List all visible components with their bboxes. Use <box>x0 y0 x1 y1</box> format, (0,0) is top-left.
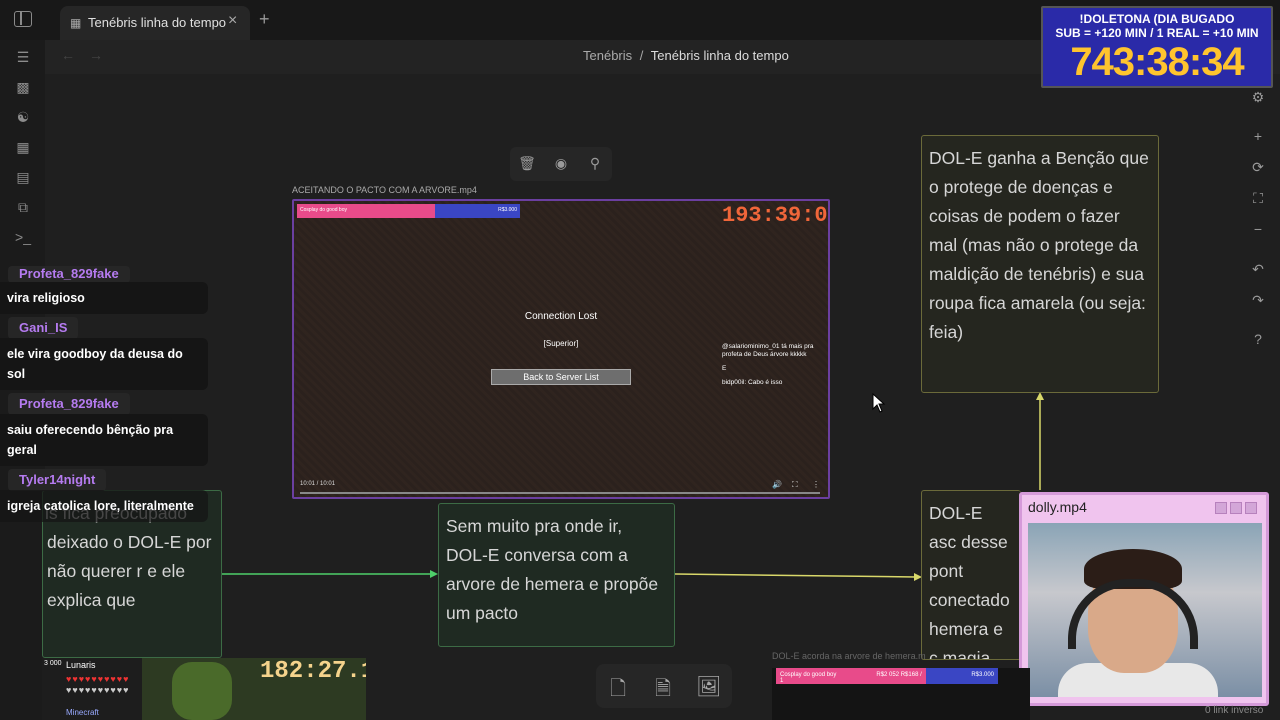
chat-username: Profeta_829fake <box>8 393 130 415</box>
chat-message: ele vira goodboy da deusa do sol <box>0 338 208 390</box>
card-bencao[interactable]: DOL-E ganha a Benção que o protege de do… <box>921 135 1159 393</box>
stream-timer-value: 743:38:34 <box>1070 40 1244 84</box>
chat-username: Profeta_829fake <box>8 266 130 283</box>
trash-icon[interactable]: 🗑 <box>518 155 536 173</box>
card-right-partial[interactable]: DOL-E asc desse pont conectado hemera e … <box>921 490 1021 660</box>
video-filename: ACEITANDO O PACTO COM A ARVORE.mp4 <box>292 185 477 195</box>
card-pacto-text: Sem muito pra onde ir, DOL-E conversa co… <box>446 516 659 623</box>
card-pacto[interactable]: Sem muito pra onde ir, DOL-E conversa co… <box>438 503 675 647</box>
stream-timer-rules: SUB = +120 MIN / 1 REAL = +10 MIN <box>1055 26 1259 40</box>
video-chat-line: bidp00il: Cabo é isso <box>722 379 783 386</box>
add-note-icon[interactable]: 🗎 <box>651 674 675 700</box>
chat-message: vira religioso <box>0 282 208 314</box>
webcam-window: dolly.mp4 <box>1019 492 1269 706</box>
video-overlay-timer: 193:39:06 <box>722 203 830 228</box>
app-window: ▦ Tenébris linha do tempo × + ☰ ▩ ☯ ▦ ▤ … <box>0 0 1280 720</box>
edge-arrowhead <box>430 570 438 578</box>
video-chat: @salariominimo_01 tá mais pra profeta de… <box>722 343 826 387</box>
palette-icon[interactable]: ◉ <box>552 155 570 173</box>
edge-pacto-to-right <box>674 573 917 578</box>
volume-icon[interactable]: 🔊 <box>772 480 782 489</box>
clip1-player-name: Lunaris <box>66 660 96 670</box>
video-goal-bar: Cosplay do good boy <box>297 204 435 218</box>
clip1-bits: 3 000 <box>44 660 62 667</box>
webcam-title: dolly.mp4 <box>1028 499 1087 515</box>
game-clip-right: Cosplay do good boy R$2 052 R$168 / 1 R$3… <box>772 668 1030 720</box>
game-clip-left: 3 000 Lunaris ♥♥♥♥♥♥♥♥♥♥ ♥♥♥♥♥♥♥♥♥♥ Mine… <box>42 658 366 720</box>
video-progress-bar[interactable] <box>300 492 820 494</box>
zoom-out-icon[interactable]: − <box>1249 220 1267 238</box>
video-chat-line: @salariominimo_01 tá mais pra profeta de… <box>722 343 814 358</box>
card-right-text: DOL-E asc desse pont conectado hemera e … <box>929 503 1010 660</box>
fit-icon[interactable]: ⛶ <box>1249 189 1267 207</box>
help-icon[interactable]: ? <box>1249 330 1267 348</box>
webcam-feed <box>1028 523 1262 697</box>
reset-icon[interactable]: ⟳ <box>1249 158 1267 176</box>
headset-icon <box>1068 579 1198 649</box>
game-foliage <box>172 662 232 720</box>
canvas-add-toolbar: 🗋 🗎 🖼 <box>596 664 732 708</box>
chat-message: saiu oferecendo bênção pra geral <box>0 414 208 466</box>
maximize-icon <box>1230 502 1242 514</box>
node-toolbar: 🗑 ◉ ⚲ <box>510 147 612 181</box>
connection-lost-text: Connection Lost <box>524 311 598 322</box>
clip1-subtitle: Minecraft <box>66 708 99 717</box>
edge-arrowhead <box>1036 392 1044 400</box>
clip2-filename: DOL-E acorda na arvore de hemera.m <box>772 651 926 661</box>
video-time: 10:01 / 10:01 <box>300 481 336 487</box>
zoom-to-selection-icon[interactable]: ⚲ <box>586 155 604 173</box>
back-to-server-list-button: Back to Server List <box>491 369 631 385</box>
fullscreen-icon[interactable]: ⛶ <box>792 480 798 490</box>
video-chat-line: E <box>722 365 727 372</box>
chat-username: Gani_IS <box>8 317 79 339</box>
add-media-icon[interactable]: 🖼 <box>696 674 721 698</box>
hearts-icon: ♥♥♥♥♥♥♥♥♥♥ <box>66 674 130 684</box>
card-bencao-text: DOL-E ganha a Benção que o protege de do… <box>929 148 1149 342</box>
video-goal-bar-right: R$3.000 <box>435 204 520 218</box>
close-icon <box>1245 502 1257 514</box>
redo-icon[interactable]: ↷ <box>1249 291 1267 309</box>
video-player[interactable]: Cosplay do good boy R$3.000 193:39:06 Co… <box>292 199 830 499</box>
settings-icon[interactable]: ⚙ <box>1249 88 1267 106</box>
backlinks-count[interactable]: 0 link inverso <box>1205 705 1263 716</box>
clip2-goal-bar: Cosplay do good boy R$2 052 R$168 / 1 <box>776 668 926 684</box>
chat-username: Tyler14night <box>8 469 107 491</box>
stream-timer: !DOLETONA (DIA BUGADO SUB = +120 MIN / 1… <box>1041 6 1273 88</box>
more-icon[interactable]: ⋮ <box>812 480 820 489</box>
armor-icon: ♥♥♥♥♥♥♥♥♥♥ <box>66 685 130 695</box>
add-card-icon[interactable]: 🗋 <box>606 674 630 700</box>
clip2-goal-bar-right: R$3.000 <box>926 668 998 684</box>
stream-timer-title: !DOLETONA (DIA BUGADO <box>1079 12 1235 26</box>
clip1-timer: 182:27.12 <box>260 658 366 685</box>
undo-icon[interactable]: ↶ <box>1249 260 1267 278</box>
mouse-cursor-icon <box>872 393 886 413</box>
chat-message: igreja catolica lore, literalmente <box>0 490 208 522</box>
minimize-icon <box>1215 502 1227 514</box>
video-controls: 10:01 / 10:01 🔊 ⛶ ⋮ <box>294 477 828 497</box>
zoom-in-icon[interactable]: + <box>1249 127 1267 145</box>
clip2-bar-left: Cosplay do good boy <box>780 672 837 678</box>
